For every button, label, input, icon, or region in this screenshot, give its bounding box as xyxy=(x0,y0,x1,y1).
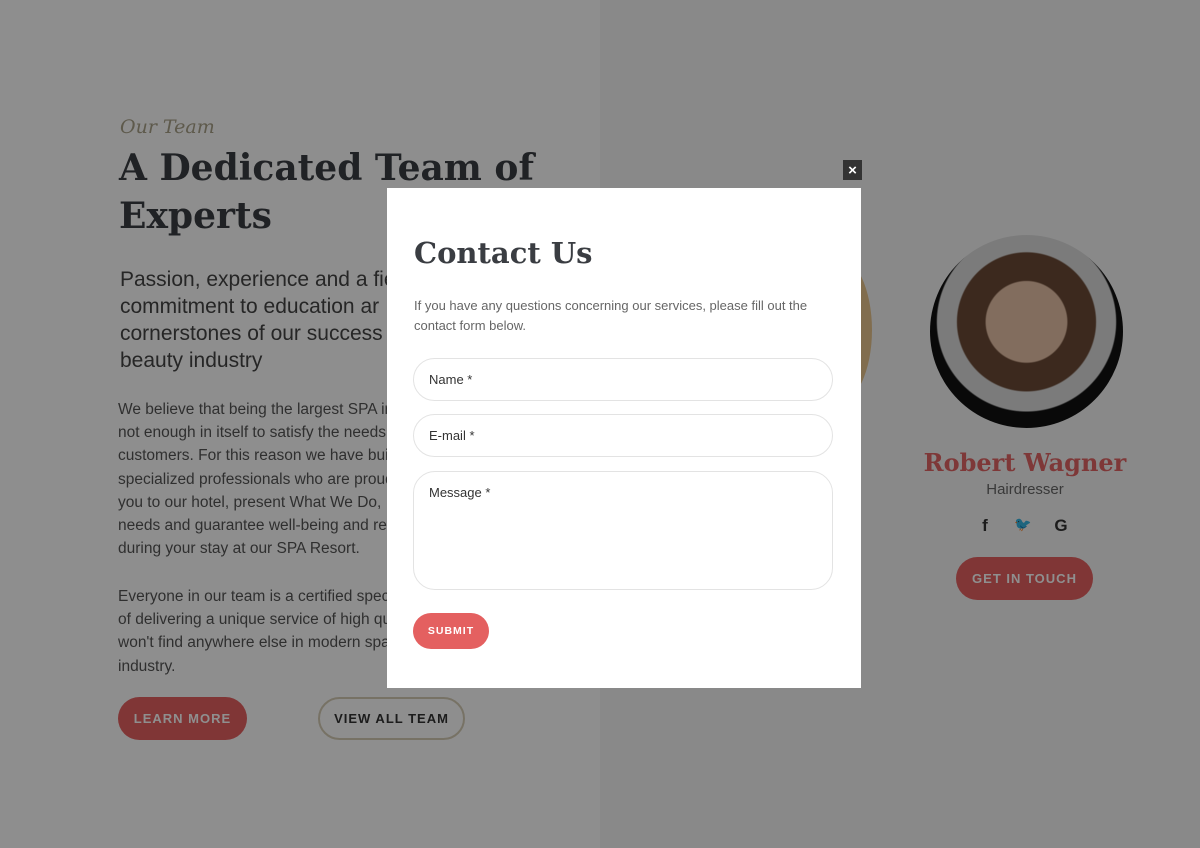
modal-description: If you have any questions concerning our… xyxy=(414,298,808,333)
message-textarea[interactable]: Message * xyxy=(413,471,833,590)
modal-title: Contact Us xyxy=(414,236,593,270)
contact-modal: Contact Us If you have any questions con… xyxy=(387,188,861,688)
email-input[interactable]: E-mail * xyxy=(413,414,833,457)
submit-button[interactable]: SUBMIT xyxy=(413,613,489,649)
name-input[interactable]: Name * xyxy=(413,358,833,401)
close-icon[interactable]: × xyxy=(843,160,862,180)
